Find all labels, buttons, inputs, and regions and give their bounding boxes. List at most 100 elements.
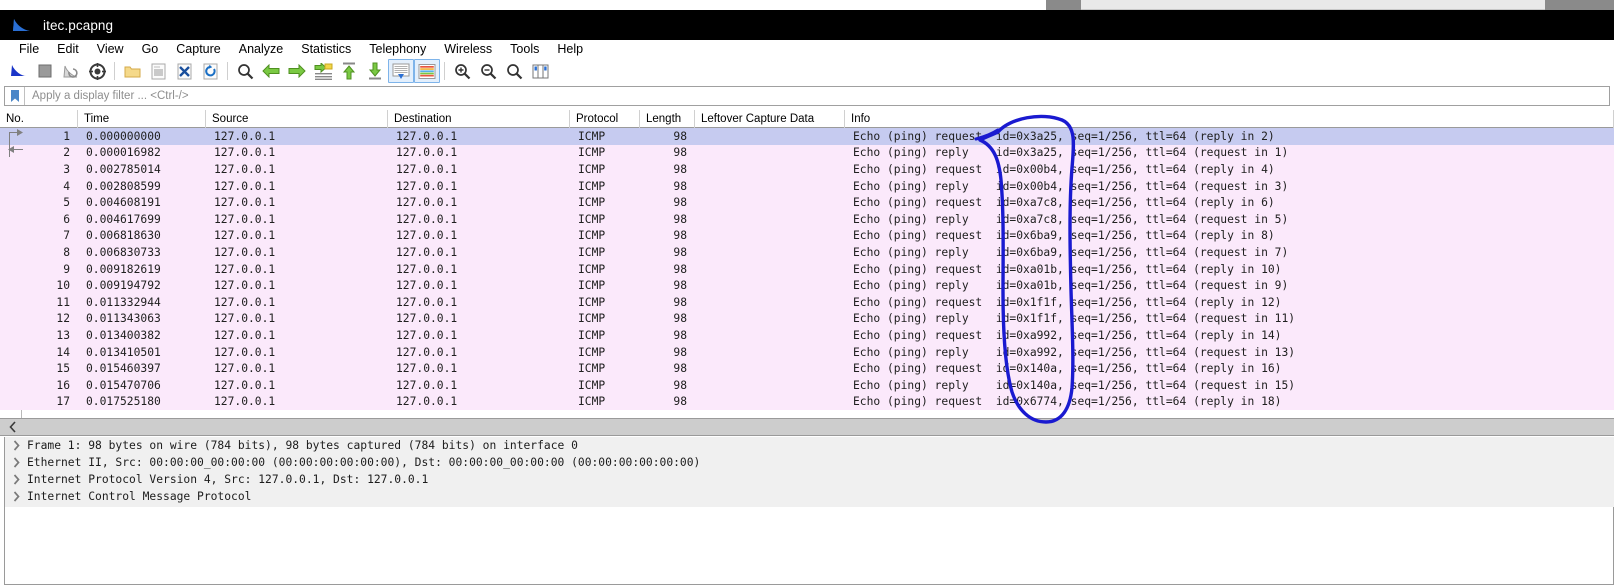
- cell-time: 0.015460397: [86, 362, 161, 376]
- table-row[interactable]: 8 0.006830733 127.0.0.1 127.0.0.1 ICMP 98 Echo…: [0, 244, 1614, 261]
- cell-time: 0.009182619: [86, 262, 161, 276]
- menu-item-tools[interactable]: Tools: [501, 40, 548, 58]
- table-row[interactable]: 17 0.017525180 127.0.0.1 127.0.0.1 ICMP 98 Ech…: [0, 393, 1614, 411]
- cell-leftover: [695, 294, 845, 311]
- table-row[interactable]: 10 0.009194792 127.0.0.1 127.0.0.1 ICMP 98 Ech…: [0, 277, 1614, 294]
- menu-item-capture[interactable]: Capture: [167, 40, 229, 58]
- table-row[interactable]: 15 0.015460397 127.0.0.1 127.0.0.1 ICMP 98 Ech…: [0, 360, 1614, 377]
- table-row[interactable]: 11 0.011332944 127.0.0.1 127.0.0.1 ICMP 98 Ech…: [0, 294, 1614, 311]
- cell-protocol: ICMP: [578, 196, 606, 210]
- cell-no: 8: [63, 245, 70, 259]
- zoom-reset-icon[interactable]: [501, 59, 527, 83]
- table-row[interactable]: 9 0.009182619 127.0.0.1 127.0.0.1 ICMP 98 Echo…: [0, 260, 1614, 278]
- cell-time: 0.017525180: [86, 395, 161, 409]
- display-filter-input[interactable]: Apply a display filter ... <Ctrl-/>: [25, 87, 1609, 105]
- table-row[interactable]: 3 0.002785014 127.0.0.1 127.0.0.1 ICMP 98 Echo…: [0, 161, 1614, 178]
- bookmark-icon[interactable]: [5, 87, 25, 105]
- column-header-time[interactable]: Time: [78, 110, 206, 128]
- menu-item-statistics[interactable]: Statistics: [292, 40, 360, 58]
- scroll-left-icon[interactable]: [0, 418, 26, 436]
- table-row[interactable]: 13 0.013400382 127.0.0.1 127.0.0.1 ICMP 98 Ech…: [0, 327, 1614, 344]
- auto-scroll-icon[interactable]: [388, 59, 414, 83]
- cell-destination: 127.0.0.1: [396, 245, 458, 259]
- table-row[interactable]: 6 0.004617699 127.0.0.1 127.0.0.1 ICMP 98 Echo…: [0, 211, 1614, 228]
- table-row[interactable]: 2 0.000016982 127.0.0.1 127.0.0.1 ICMP 98 Echo…: [0, 144, 1614, 162]
- wireshark-window: itec.pcapng File Edit View Go Capture An…: [0, 0, 1614, 585]
- menu-item-analyze[interactable]: Analyze: [230, 40, 292, 58]
- table-row[interactable]: 14 0.013410501 127.0.0.1 127.0.0.1 ICMP 98 Ech…: [0, 343, 1614, 361]
- menu-item-wireless[interactable]: Wireless: [435, 40, 501, 58]
- cell-leftover: [695, 327, 845, 344]
- cell-time: 0.000016982: [86, 146, 161, 160]
- column-header-leftover[interactable]: Leftover Capture Data: [695, 110, 845, 128]
- cell-length: 98: [673, 245, 687, 259]
- detail-tree-item[interactable]: Internet Protocol Version 4, Src: 127.0.…: [5, 471, 428, 488]
- open-file-icon[interactable]: [119, 59, 145, 83]
- cell-destination: 127.0.0.1: [396, 179, 458, 193]
- resize-columns-icon[interactable]: [527, 59, 553, 83]
- column-header-info[interactable]: Info: [845, 110, 1614, 128]
- reload-file-icon[interactable]: [197, 59, 223, 83]
- cell-no: 16: [56, 378, 70, 392]
- stop-capture-icon[interactable]: [32, 59, 58, 83]
- cell-destination: 127.0.0.1: [396, 378, 458, 392]
- cell-length: 98: [673, 279, 687, 293]
- table-row[interactable]: 1 0.000000000 127.0.0.1 127.0.0.1 ICMP 98 Echo…: [0, 128, 1614, 145]
- display-filter-bar[interactable]: Apply a display filter ... <Ctrl-/>: [4, 86, 1610, 106]
- chevron-right-icon[interactable]: [5, 457, 27, 468]
- menu-item-help[interactable]: Help: [548, 40, 592, 58]
- menu-item-edit[interactable]: Edit: [48, 40, 88, 58]
- cell-protocol: ICMP: [578, 395, 606, 409]
- chevron-right-icon[interactable]: [5, 440, 27, 451]
- table-row[interactable]: 7 0.006818630 127.0.0.1 127.0.0.1 ICMP 98 Echo…: [0, 227, 1614, 245]
- table-row[interactable]: 4 0.002808599 127.0.0.1 127.0.0.1 ICMP 98 Echo…: [0, 177, 1614, 195]
- packet-list-pane: No. Time Source Destination Protocol Length Le…: [0, 110, 1614, 418]
- detail-tree-item[interactable]: Internet Control Message Protocol: [5, 488, 251, 505]
- zoom-out-icon[interactable]: [475, 59, 501, 83]
- cell-length: 98: [673, 345, 687, 359]
- menu-item-telephony[interactable]: Telephony: [360, 40, 435, 58]
- find-packet-icon[interactable]: [232, 59, 258, 83]
- colorize-icon[interactable]: [414, 59, 440, 83]
- table-row[interactable]: 12 0.011343063 127.0.0.1 127.0.0.1 ICMP 98 Ech…: [0, 310, 1614, 328]
- go-to-packet-icon[interactable]: [310, 59, 336, 83]
- cell-source: 127.0.0.1: [214, 129, 276, 143]
- go-to-first-icon[interactable]: [336, 59, 362, 83]
- menu-item-view[interactable]: View: [88, 40, 133, 58]
- column-header-protocol[interactable]: Protocol: [570, 110, 640, 128]
- restart-capture-icon[interactable]: [58, 59, 84, 83]
- menu-item-go[interactable]: Go: [133, 40, 168, 58]
- zoom-in-icon[interactable]: [449, 59, 475, 83]
- cell-info: Echo (ping) reply id=0xa992, seq=1/256, …: [853, 345, 1296, 359]
- go-to-last-icon[interactable]: [362, 59, 388, 83]
- chevron-right-icon[interactable]: [5, 491, 27, 502]
- detail-tree-label: Internet Control Message Protocol: [27, 490, 252, 503]
- cell-info: Echo (ping) request id=0x140a, seq=1/256…: [853, 362, 1282, 376]
- cell-destination: 127.0.0.1: [396, 146, 458, 160]
- start-capture-icon[interactable]: [6, 59, 32, 83]
- column-header-length[interactable]: Length: [640, 110, 695, 128]
- column-header-source[interactable]: Source: [206, 110, 388, 128]
- cell-info: Echo (ping) request id=0x3a25, seq=1/256…: [853, 129, 1275, 143]
- table-row[interactable]: 16 0.015470706 127.0.0.1 127.0.0.1 ICMP 98 Ech…: [0, 377, 1614, 394]
- cell-source: 127.0.0.1: [214, 262, 276, 276]
- cell-source: 127.0.0.1: [214, 378, 276, 392]
- close-file-icon[interactable]: [171, 59, 197, 83]
- save-file-icon[interactable]: [145, 59, 171, 83]
- window-title: itec.pcapng: [43, 17, 114, 33]
- cell-length: 98: [673, 295, 687, 309]
- go-back-icon[interactable]: [258, 59, 284, 83]
- cell-source: 127.0.0.1: [214, 245, 276, 259]
- column-header-no[interactable]: No.: [0, 110, 78, 128]
- cell-destination: 127.0.0.1: [396, 362, 458, 376]
- column-header-destination[interactable]: Destination: [388, 110, 570, 128]
- capture-options-icon[interactable]: [84, 59, 110, 83]
- detail-tree-item[interactable]: Frame 1: 98 bytes on wire (784 bits), 98…: [5, 437, 578, 454]
- table-row[interactable]: 5 0.004608191 127.0.0.1 127.0.0.1 ICMP 98 Echo…: [0, 194, 1614, 211]
- cell-protocol: ICMP: [578, 362, 606, 376]
- menu-item-file[interactable]: File: [10, 40, 48, 58]
- chevron-right-icon[interactable]: [5, 474, 27, 485]
- go-forward-icon[interactable]: [284, 59, 310, 83]
- detail-tree-item[interactable]: Ethernet II, Src: 00:00:00_00:00:00 (00:…: [5, 454, 700, 471]
- packet-list-hscrollbar[interactable]: [0, 418, 1614, 436]
